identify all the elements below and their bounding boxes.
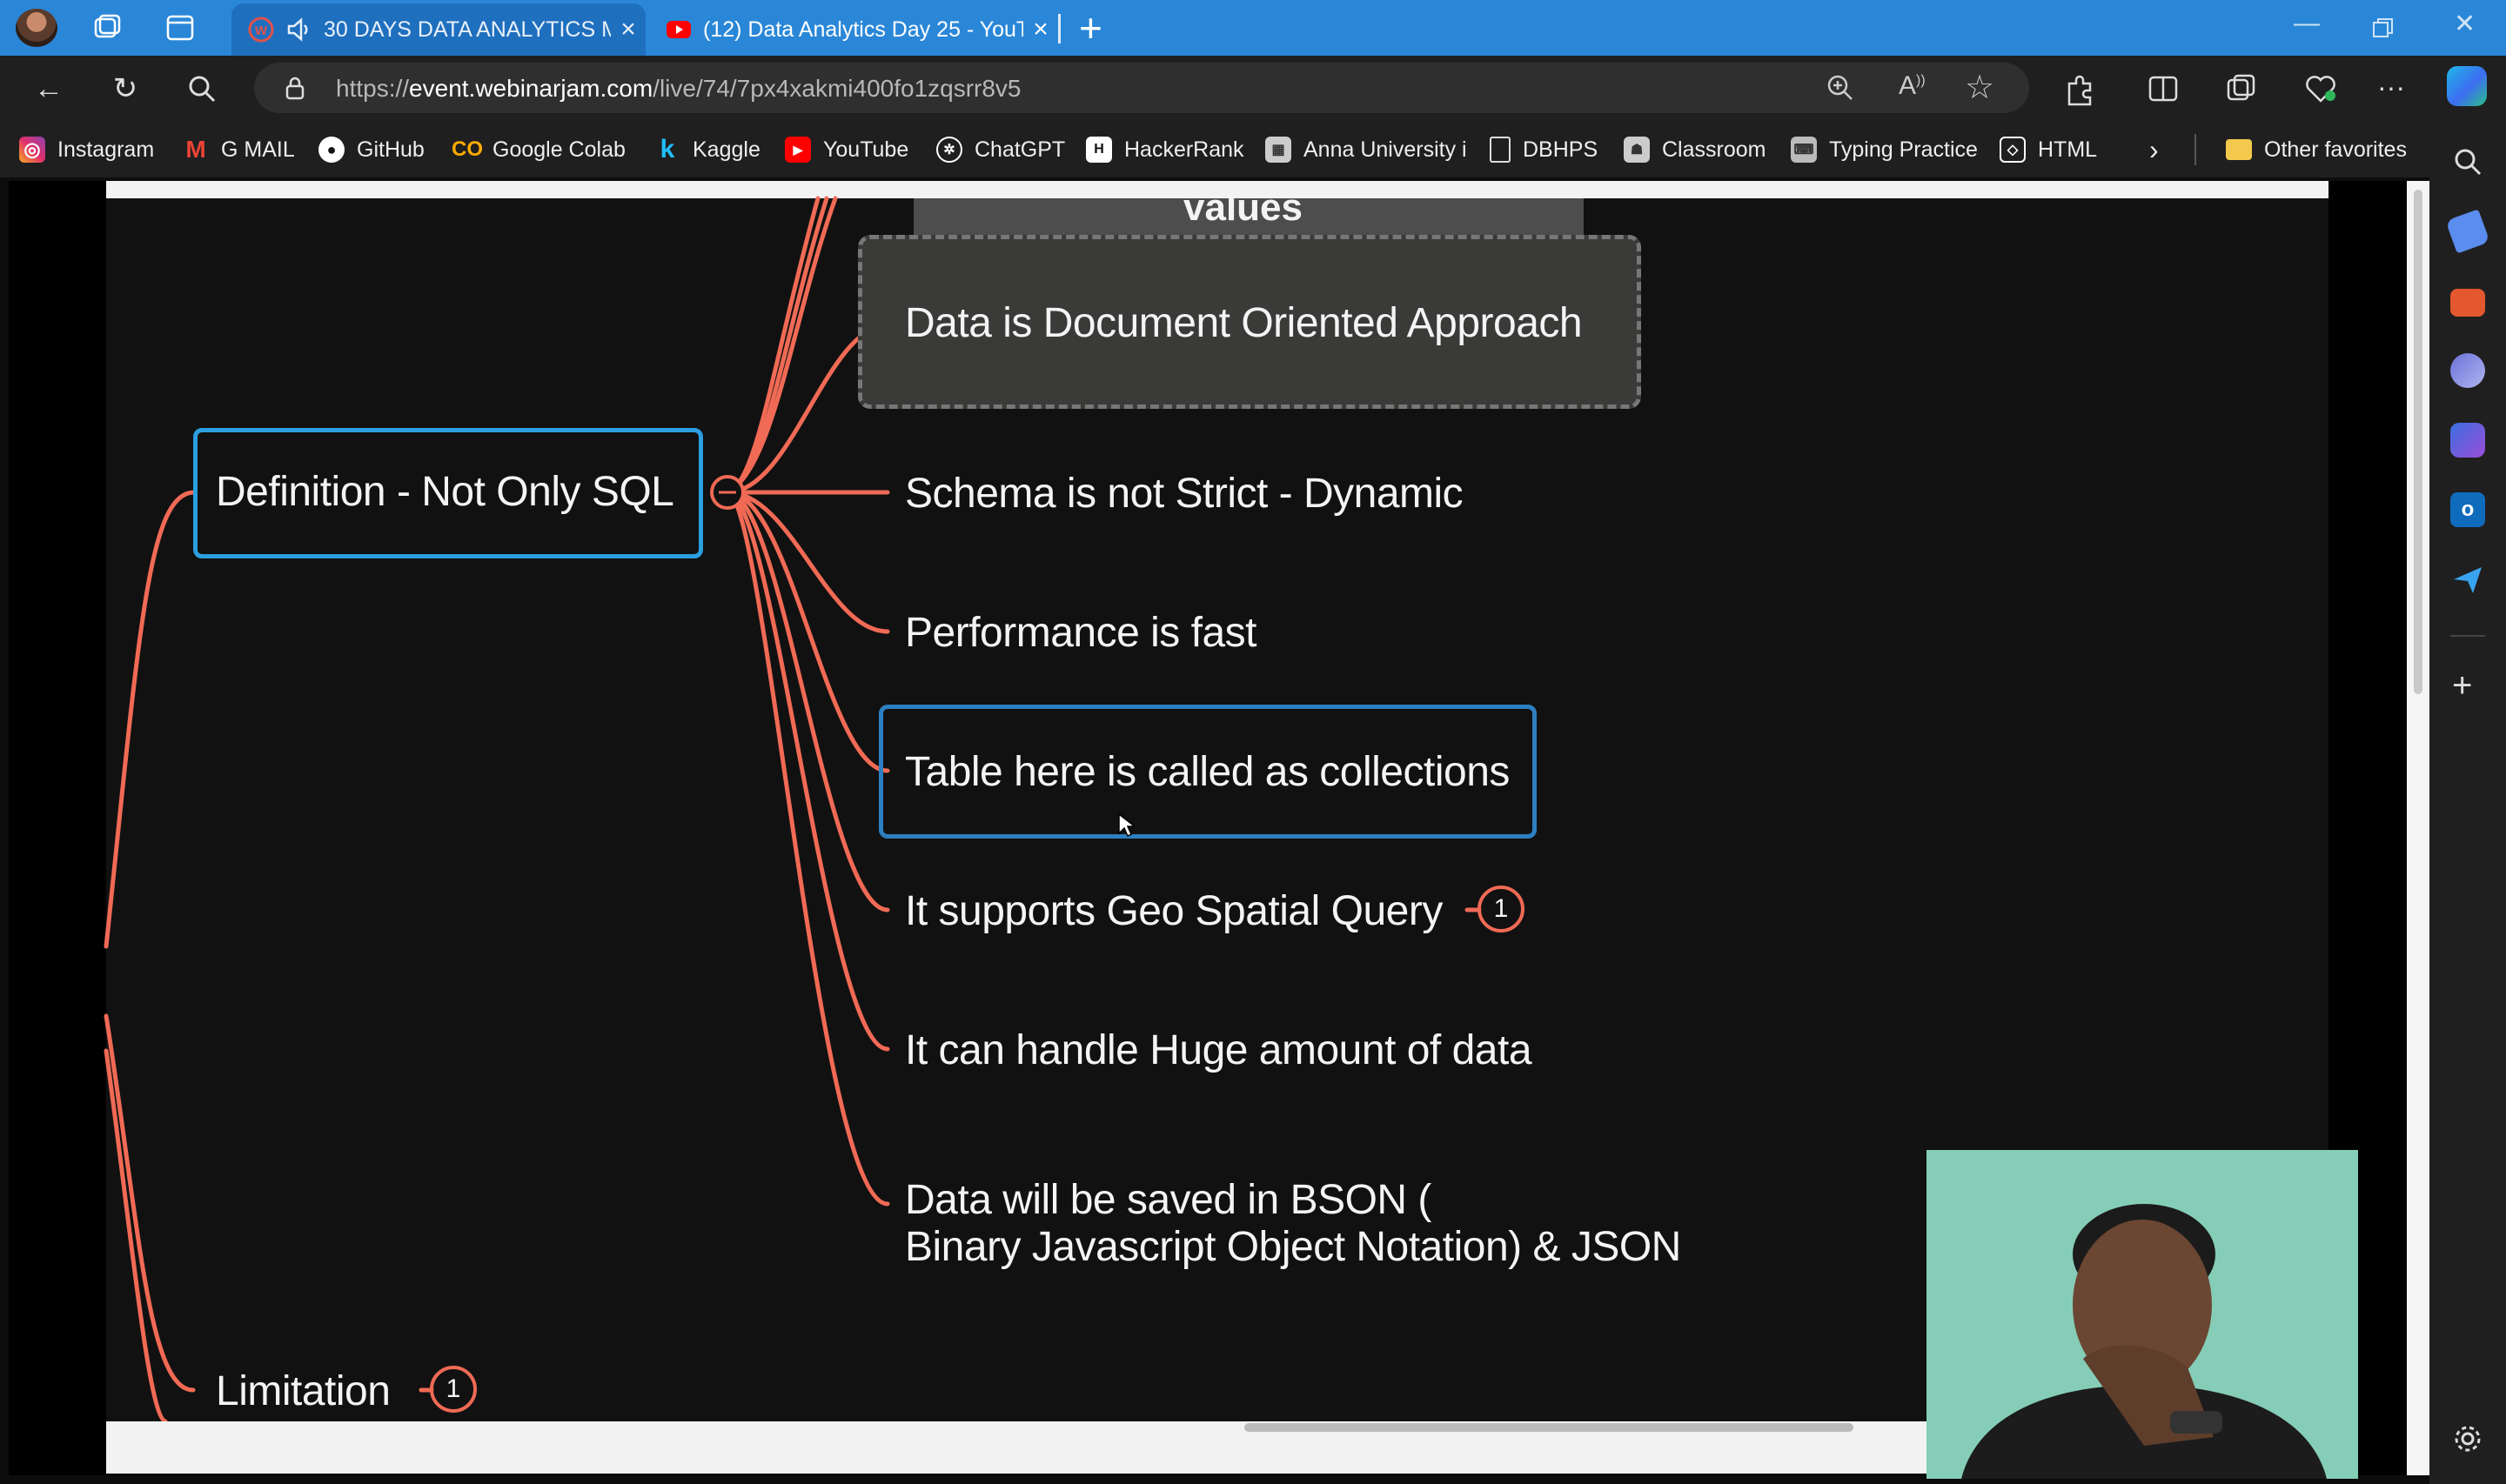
bookmark-hackerrank[interactable]: H HackerRank xyxy=(1086,132,1244,167)
hackerrank-icon: H xyxy=(1086,137,1112,163)
more-options-icon[interactable]: ··· xyxy=(2377,71,2405,104)
restore-icon[interactable] xyxy=(2372,17,2395,40)
presenter-webcam xyxy=(1926,1150,2358,1479)
kaggle-icon: k xyxy=(660,135,675,164)
address-bar[interactable]: https://event.webinarjam.com/live/74/7px… xyxy=(254,63,2029,113)
youtube-icon: ▶ xyxy=(785,137,811,163)
speaker-icon[interactable] xyxy=(285,16,313,43)
bookmark-dbhps[interactable]: DBHPS xyxy=(1490,132,1598,167)
vertical-tabs-icon[interactable] xyxy=(165,14,195,42)
chevron-right-icon[interactable]: › xyxy=(2149,132,2159,167)
child-node-label: Performance is fast xyxy=(905,610,1256,656)
extensions-icon[interactable] xyxy=(2062,71,2097,106)
bookmark-typing-practice[interactable]: ⌨ Typing Practice xyxy=(1791,132,1978,167)
university-icon: ▦ xyxy=(1265,137,1291,163)
favorites-bar: ◎ Instagram MG MAIL ● GitHub CO Google Cola… xyxy=(0,122,2506,177)
github-icon: ● xyxy=(318,137,345,163)
games-icon[interactable] xyxy=(2450,353,2485,388)
title-bar: W 30 DAYS DATA ANALYTICS M × (12) Data A… xyxy=(0,0,2506,56)
child-node-label: Data is Document Oriented Approach xyxy=(905,300,1583,346)
tab-webinar[interactable]: W 30 DAYS DATA ANALYTICS M × xyxy=(231,3,646,56)
send-icon[interactable] xyxy=(2450,562,2485,597)
bookmark-github[interactable]: ● GitHub xyxy=(318,132,425,167)
bookmark-html[interactable]: ◇ HTML xyxy=(2000,132,2097,167)
mouse-cursor-icon xyxy=(1118,812,1135,838)
bookmark-anna-university[interactable]: ▦ Anna University i xyxy=(1265,132,1467,167)
refresh-icon[interactable]: ↻ xyxy=(108,71,143,106)
youtube-icon xyxy=(667,21,691,38)
tab-title: 30 DAYS DATA ANALYTICS M xyxy=(324,17,611,42)
bookmark-kaggle[interactable]: k Kaggle xyxy=(654,132,761,167)
horizontal-scrollbar[interactable] xyxy=(1244,1423,1853,1432)
shopping-tag-icon[interactable] xyxy=(2445,209,2490,254)
child-node-label: It can handle Huge amount of data xyxy=(905,1027,1532,1073)
child-node-label: Schema is not Strict - Dynamic xyxy=(905,471,1464,517)
profile-avatar[interactable] xyxy=(16,9,57,47)
tab-youtube[interactable]: (12) Data Analytics Day 25 - YouT × xyxy=(649,3,1058,56)
webinar-icon: W xyxy=(248,17,274,43)
classroom-icon: ☗ xyxy=(1624,137,1650,163)
tab-title: (12) Data Analytics Day 25 - YouT xyxy=(703,17,1023,42)
copilot-icon[interactable] xyxy=(2447,66,2487,106)
collections-icon[interactable] xyxy=(2226,73,2257,104)
bookmark-instagram[interactable]: ◎ Instagram xyxy=(19,132,154,167)
lock-icon[interactable] xyxy=(282,75,308,101)
read-aloud-icon[interactable]: A)) xyxy=(1899,71,1926,101)
close-tab-icon[interactable]: × xyxy=(1023,15,1058,44)
workspaces-icon[interactable] xyxy=(92,14,122,42)
codepen-icon: ◇ xyxy=(2000,137,2026,163)
presenter-video xyxy=(1926,1150,2358,1479)
back-icon[interactable]: ← xyxy=(31,71,66,106)
bookmark-gmail[interactable]: MG MAIL xyxy=(183,132,294,167)
browser-essentials-icon[interactable] xyxy=(2304,73,2337,104)
close-tab-icon[interactable]: × xyxy=(611,15,646,44)
bookmark-classroom[interactable]: ☗ Classroom xyxy=(1624,132,1766,167)
chatgpt-icon: ✲ xyxy=(936,137,962,163)
child-node-label: Binary Javascript Object Notation) & JSO… xyxy=(905,1224,1681,1270)
search-icon[interactable] xyxy=(184,71,219,106)
zoom-icon[interactable] xyxy=(1826,73,1855,103)
navigation-bar: ← ↻ https://event.webinarjam.com/live/74… xyxy=(0,56,2506,122)
settings-gear-icon[interactable] xyxy=(2452,1423,2483,1454)
child-node-label: It supports Geo Spatial Query xyxy=(905,888,1443,934)
url-text[interactable]: https://event.webinarjam.com/live/74/7px… xyxy=(336,75,1022,103)
node-count-badge[interactable]: 1 xyxy=(430,1366,477,1413)
scrollbar-thumb[interactable] xyxy=(2414,190,2422,694)
bookmark-chatgpt[interactable]: ✲ ChatGPT xyxy=(936,132,1065,167)
instagram-icon: ◎ xyxy=(19,137,45,163)
child-node-label: Table here is called as collections xyxy=(905,749,1510,795)
child-node-label: Data will be saved in BSON ( xyxy=(905,1177,1431,1223)
svg-text:W: W xyxy=(255,23,268,38)
microsoft-365-icon[interactable] xyxy=(2450,423,2485,458)
other-favorites[interactable]: Other favorites xyxy=(2226,132,2407,167)
edge-sidebar: o + xyxy=(2429,122,2506,1484)
sidebar-search-icon[interactable] xyxy=(2450,144,2485,179)
outlook-icon[interactable]: o xyxy=(2450,492,2485,527)
node-count-badge[interactable]: 1 xyxy=(1477,886,1524,933)
tools-icon[interactable] xyxy=(2450,289,2485,317)
new-tab-button[interactable]: + xyxy=(1079,7,1102,49)
close-window-icon[interactable]: ✕ xyxy=(2454,9,2476,39)
keyboard-icon: ⌨ xyxy=(1791,137,1817,163)
add-icon[interactable]: + xyxy=(2452,666,2472,705)
bookmark-youtube[interactable]: ▶ YouTube xyxy=(785,132,908,167)
gmail-icon: M xyxy=(185,136,206,163)
bookmark-google-colab[interactable]: CO Google Colab xyxy=(452,132,626,167)
limitation-node-label: Limitation xyxy=(216,1368,391,1414)
bookmark-divider xyxy=(2194,134,2196,165)
split-screen-icon[interactable] xyxy=(2148,73,2179,104)
folder-icon xyxy=(2226,139,2252,160)
colab-icon: CO xyxy=(452,137,483,161)
root-node-label: Definition - Not Only SQL xyxy=(216,469,674,515)
favorite-star-icon[interactable]: ☆ xyxy=(1965,68,1994,107)
vertical-scrollbar[interactable] xyxy=(2407,181,2429,1475)
document-icon xyxy=(1490,137,1511,163)
sidebar-divider xyxy=(2450,635,2485,637)
tab-divider xyxy=(1058,14,1061,43)
minimize-icon[interactable]: — xyxy=(2294,9,2320,38)
